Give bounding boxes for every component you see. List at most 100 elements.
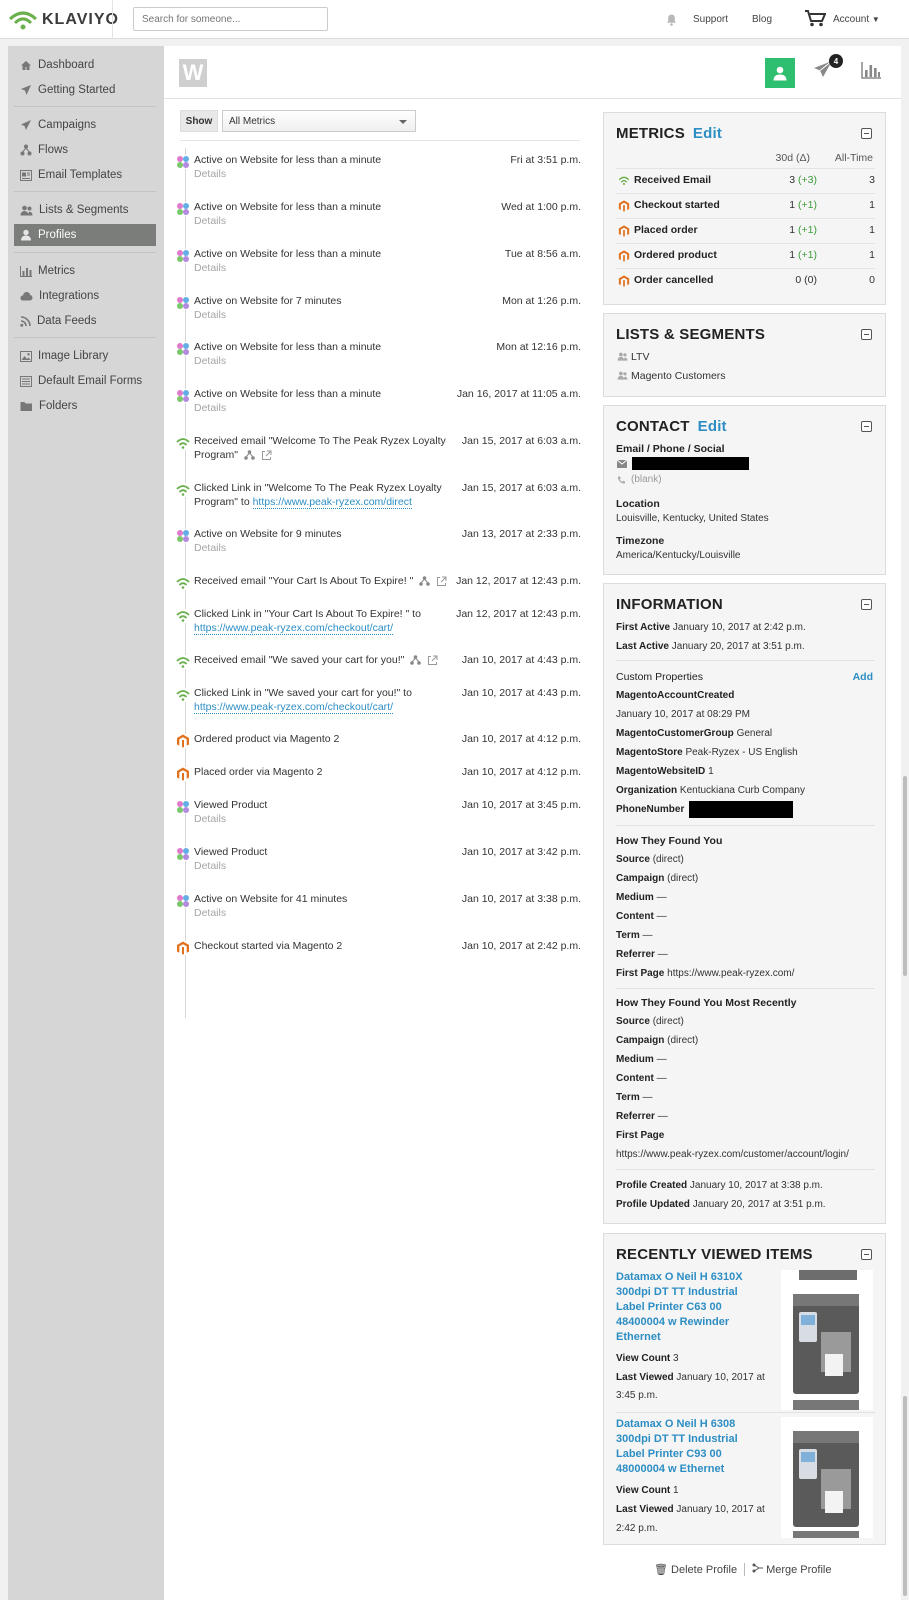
prop-label: MagentoCustomerGroup xyxy=(616,728,734,739)
list-item[interactable]: LTV xyxy=(631,350,649,364)
sidebar-item-email-templates[interactable]: Email Templates xyxy=(14,164,156,186)
klaviyo-logo[interactable]: KLAVIYO xyxy=(8,7,119,33)
product-link[interactable]: Datamax O Neil H 6310X 300dpi DT TT Indu… xyxy=(616,1270,766,1345)
profile-view-button[interactable] xyxy=(765,58,795,88)
scrollbar[interactable] xyxy=(901,46,909,1600)
scrollbar-thumb[interactable] xyxy=(903,776,907,976)
flow-icon[interactable] xyxy=(410,655,422,666)
event-details-link[interactable]: Details xyxy=(194,859,226,873)
event-details-link[interactable]: Details xyxy=(194,167,226,181)
last-active-label: Last Active xyxy=(616,641,669,652)
blog-link[interactable]: Blog xyxy=(752,14,772,25)
scrollbar-thumb-inner[interactable] xyxy=(903,1396,907,1596)
add-property-link[interactable]: Add xyxy=(853,670,873,684)
view-count-value: 3 xyxy=(673,1353,679,1364)
metric-row[interactable]: Ordered product 1 (+1) 1 xyxy=(616,243,875,267)
prop-value: (direct) xyxy=(667,873,699,884)
sidebar-item-dashboard[interactable]: Dashboard xyxy=(14,54,156,76)
sidebar-item-image-library[interactable]: Image Library xyxy=(14,345,156,367)
users-icon xyxy=(617,352,628,361)
flow-icon[interactable] xyxy=(419,576,431,587)
event-details-link[interactable]: Details xyxy=(194,812,226,826)
event-title: Placed order via Magento 2 xyxy=(194,766,323,778)
collapse-icon[interactable] xyxy=(861,1249,872,1260)
magento-store-row: MagentoStore Peak-Ryzex - US English xyxy=(616,746,798,760)
prop-label: Referrer xyxy=(616,1111,655,1122)
cart-icon[interactable] xyxy=(804,10,827,30)
edit-metrics-link[interactable]: Edit xyxy=(693,125,722,142)
support-link[interactable]: Support xyxy=(693,14,728,25)
metric-30d-value: 1 xyxy=(789,199,796,211)
bell-icon[interactable] xyxy=(666,14,677,29)
recent-content-row: Content — xyxy=(616,1072,667,1086)
analytics-button[interactable] xyxy=(861,62,881,82)
send-count-badge: 4 xyxy=(829,54,843,68)
recent-first-page-label: First Page xyxy=(616,1130,665,1141)
view-count-label: View Count xyxy=(616,1353,671,1364)
event-title: Active on Website for 7 minutes xyxy=(194,295,342,307)
sidebar-item-default-email-forms[interactable]: Default Email Forms xyxy=(14,370,156,392)
event-details-link[interactable]: Details xyxy=(194,308,226,322)
sidebar-item-flows[interactable]: Flows xyxy=(14,139,156,161)
event-details-link[interactable]: Details xyxy=(194,354,226,368)
user-icon xyxy=(21,229,31,241)
sidebar-divider xyxy=(14,337,156,338)
prop-value: — xyxy=(656,1054,667,1065)
external-link-icon[interactable] xyxy=(261,450,272,461)
event-link[interactable]: https://www.peak-ryzex.com/checkout/cart… xyxy=(194,622,393,635)
brand-name: KLAVIYO xyxy=(42,11,119,28)
event-details-link[interactable]: Details xyxy=(194,261,226,275)
list-item[interactable]: Magento Customers xyxy=(631,369,726,383)
event-title: Active on Website for 9 minutes xyxy=(194,528,342,540)
metric-row[interactable]: Order cancelled 0 (0) 0 xyxy=(616,268,875,292)
event-link[interactable]: https://www.peak-ryzex.com/checkout/cart… xyxy=(194,701,393,714)
collapse-icon[interactable] xyxy=(861,599,872,610)
event-time: Jan 10, 2017 at 3:45 p.m. xyxy=(461,799,581,811)
metric-filter-select[interactable]: All Metrics xyxy=(222,110,416,132)
metric-row[interactable]: Received Email 3 (+3) 3 xyxy=(616,168,875,192)
sidebar-item-lists-segments[interactable]: Lists & Segments xyxy=(14,199,156,221)
product-link[interactable]: Datamax O Neil H 6308 300dpi DT TT Indus… xyxy=(616,1417,766,1477)
collapse-icon[interactable] xyxy=(861,421,872,432)
prop-label: First Page xyxy=(616,968,665,979)
divider xyxy=(616,988,875,989)
account-menu[interactable]: Account ▼ xyxy=(833,14,880,25)
event-details-link[interactable]: Details xyxy=(194,401,226,415)
magento-icon xyxy=(176,941,190,955)
divider xyxy=(744,1563,745,1576)
metric-row[interactable]: Checkout started 1 (+1) 1 xyxy=(616,193,875,217)
sidebar-item-campaigns[interactable]: Campaigns xyxy=(14,114,156,136)
edit-contact-link[interactable]: Edit xyxy=(698,418,727,435)
collapse-icon[interactable] xyxy=(861,329,872,340)
prop-value: January 20, 2017 at 3:51 p.m. xyxy=(692,1199,826,1210)
collapse-icon[interactable] xyxy=(861,128,872,139)
template-icon xyxy=(20,169,32,181)
sidebar-item-integrations[interactable]: Integrations xyxy=(14,285,156,307)
found-first-page-row: First Page https://www.peak-ryzex.com/ xyxy=(616,967,794,981)
external-link-icon[interactable] xyxy=(436,576,447,587)
event-time: Wed at 1:00 p.m. xyxy=(501,201,581,213)
event-time: Mon at 1:26 p.m. xyxy=(502,295,581,307)
external-link-icon[interactable] xyxy=(427,655,438,666)
delete-profile-button[interactable]: 🗑︎ Delete Profile xyxy=(654,1563,737,1576)
sidebar-item-getting-started[interactable]: Getting Started xyxy=(14,79,156,101)
flow-icon[interactable] xyxy=(244,450,255,461)
metric-row[interactable]: Placed order 1 (+1) 1 xyxy=(616,218,875,242)
product-image[interactable] xyxy=(781,1270,873,1410)
sidebar-item-profiles[interactable]: Profiles xyxy=(14,224,156,246)
caret-down-icon xyxy=(399,120,407,124)
sidebar-item-folders[interactable]: Folders xyxy=(14,395,156,417)
prop-label: Campaign xyxy=(616,1035,665,1046)
product-image[interactable] xyxy=(781,1417,873,1538)
event-link[interactable]: https://www.peak-ryzex.com/direct xyxy=(252,496,412,509)
sidebar-item-metrics[interactable]: Metrics xyxy=(14,260,156,282)
merge-profile-button[interactable]: Merge Profile xyxy=(752,1563,831,1576)
sidebar-item-data-feeds[interactable]: Data Feeds xyxy=(14,310,156,332)
event-details-link[interactable]: Details xyxy=(194,214,226,228)
event-details-link[interactable]: Details xyxy=(194,541,226,555)
event-title: Received email "Your Cart Is About To Ex… xyxy=(194,574,449,588)
event-details-link[interactable]: Details xyxy=(194,906,226,920)
prop-label: Term xyxy=(616,930,640,941)
search-input[interactable] xyxy=(133,7,328,31)
event-title-text: Received email "Welcome To The Peak Ryze… xyxy=(194,435,446,461)
